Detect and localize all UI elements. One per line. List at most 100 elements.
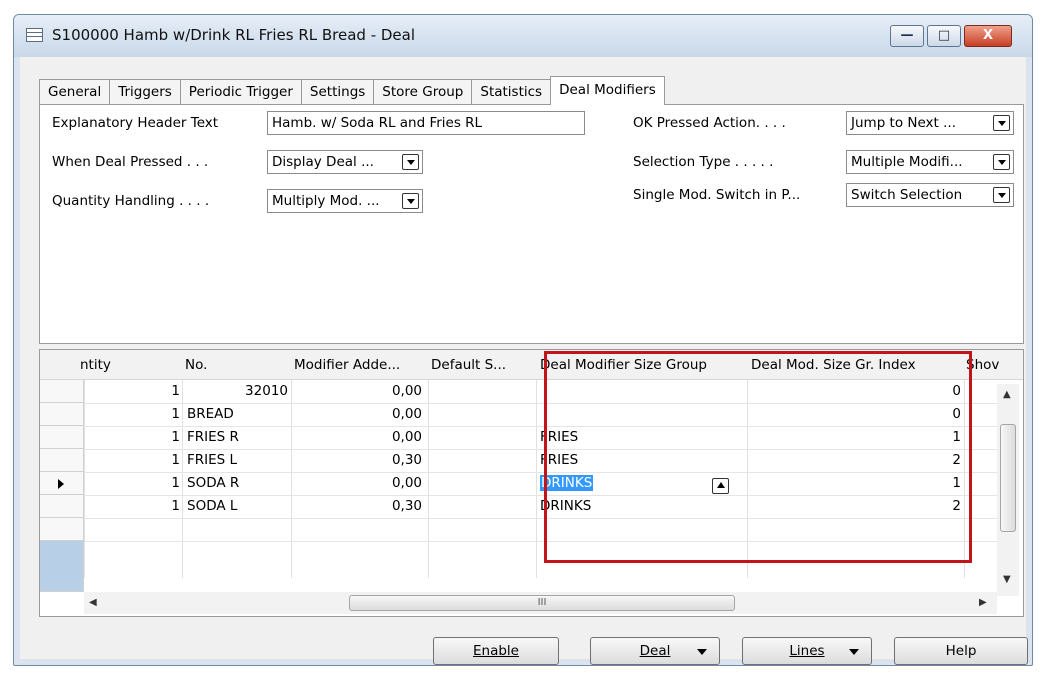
vertical-scroll-thumb[interactable] <box>1000 424 1016 532</box>
modifier-added-cell: 0,30 <box>391 452 422 468</box>
vertical-scrollbar[interactable]: ▲ ▼ <box>997 384 1019 596</box>
column-header-modifier-added[interactable]: Modifier Adde... <box>294 357 400 373</box>
minimize-button[interactable]: — <box>890 25 924 47</box>
single-mod-switch-dropdown[interactable]: Switch Selection <box>846 183 1014 207</box>
row-selector[interactable] <box>40 426 84 449</box>
tab-periodic-trigger[interactable]: Periodic Trigger <box>179 79 302 104</box>
table-row[interactable]: 1 FRIES R 0,00 FRIES 1 <box>40 426 1023 449</box>
size-index-cell: 0 <box>952 383 961 399</box>
scroll-right-icon[interactable]: ▶ <box>979 597 987 608</box>
scroll-grip-icon: III <box>537 597 547 608</box>
enable-button[interactable]: Enable <box>433 637 559 665</box>
scroll-left-icon[interactable]: ◀ <box>89 597 97 608</box>
window-title: S100000 Hamb w/Drink RL Fries RL Bread -… <box>52 26 416 44</box>
item-no-cell: FRIES L <box>187 452 238 468</box>
deal-modifiers-grid: ntity No. Modifier Adde... Default S... … <box>39 349 1024 617</box>
quantity-handling-value: Multiply Mod. ... <box>272 193 380 209</box>
chevron-down-icon[interactable] <box>993 115 1010 131</box>
chevron-down-icon[interactable] <box>402 154 419 170</box>
column-header-size-group-index[interactable]: Deal Mod. Size Gr. Index <box>751 357 916 373</box>
row-selector[interactable] <box>40 449 84 472</box>
column-header-show[interactable]: Shov <box>966 357 999 373</box>
size-index-cell: 1 <box>952 429 961 445</box>
quantity-cell: 1 <box>171 452 180 468</box>
quantity-cell: 1 <box>171 498 180 514</box>
chevron-down-icon[interactable] <box>993 187 1010 203</box>
maximize-icon: □ <box>937 28 951 43</box>
selection-type-value: Multiple Modifi... <box>851 154 963 170</box>
single-mod-switch-value: Switch Selection <box>851 187 963 203</box>
table-row[interactable]: 1 FRIES L 0,30 FRIES 2 <box>40 449 1023 472</box>
column-header-no[interactable]: No. <box>185 357 207 373</box>
quantity-cell: 1 <box>171 406 180 422</box>
modifier-added-cell: 0,00 <box>391 429 422 445</box>
explanatory-header-input[interactable]: Hamb. w/ Soda RL and Fries RL <box>267 111 585 135</box>
lines-button-label: Lines <box>789 643 825 659</box>
scroll-up-icon[interactable]: ▲ <box>1003 389 1011 400</box>
table-row-empty[interactable] <box>40 518 1023 541</box>
deal-menu-button[interactable]: Deal <box>590 637 720 665</box>
size-group-cell: FRIES <box>540 452 579 468</box>
chevron-down-icon[interactable] <box>993 154 1010 170</box>
row-selector[interactable] <box>40 495 84 518</box>
column-header-quantity[interactable]: ntity <box>80 357 111 373</box>
when-deal-pressed-dropdown[interactable]: Display Deal ... <box>267 150 423 174</box>
when-deal-pressed-label: When Deal Pressed . . . <box>52 154 209 170</box>
table-row[interactable]: 1 32010 0,00 0 <box>40 380 1023 403</box>
when-deal-pressed-value: Display Deal ... <box>272 154 374 170</box>
size-group-edit-cell[interactable]: DRINKS <box>540 472 594 495</box>
item-no-cell: 32010 <box>245 383 288 399</box>
size-group-cell: DRINKS <box>540 498 592 514</box>
close-button[interactable]: X <box>964 25 1012 47</box>
minimize-icon: — <box>900 28 914 43</box>
row-selector[interactable] <box>40 380 84 403</box>
single-mod-switch-label: Single Mod. Switch in P... <box>633 187 801 203</box>
horizontal-scrollbar[interactable]: ◀ III ▶ <box>84 592 997 614</box>
table-icon <box>26 28 43 42</box>
tab-store-group[interactable]: Store Group <box>373 79 473 104</box>
ok-pressed-label: OK Pressed Action. . . . <box>633 115 786 131</box>
tab-triggers[interactable]: Triggers <box>109 79 181 104</box>
tab-deal-modifiers[interactable]: Deal Modifiers <box>550 76 665 105</box>
table-row[interactable]: 1 SODA L 0,30 DRINKS 2 <box>40 495 1023 518</box>
quantity-handling-dropdown[interactable]: Multiply Mod. ... <box>267 189 423 213</box>
chevron-down-icon[interactable] <box>402 193 419 209</box>
tab-strip: General Triggers Periodic Trigger Settin… <box>39 76 665 105</box>
horizontal-scroll-thumb[interactable]: III <box>349 595 735 611</box>
column-header-size-group[interactable]: Deal Modifier Size Group <box>540 357 707 373</box>
size-index-cell: 1 <box>952 475 961 491</box>
title-bar: S100000 Hamb w/Drink RL Fries RL Bread -… <box>14 15 1032 57</box>
deal-button-label: Deal <box>639 643 671 659</box>
row-selector[interactable] <box>40 518 84 541</box>
modifier-added-cell: 0,00 <box>391 475 422 491</box>
selection-type-label: Selection Type . . . . . <box>633 154 774 170</box>
table-row-selected[interactable]: 1 SODA R 0,00 DRINKS 1 <box>40 472 1023 495</box>
modifier-added-cell: 0,00 <box>391 406 422 422</box>
quantity-handling-label: Quantity Handling . . . . <box>52 193 210 209</box>
close-icon: X <box>982 28 994 43</box>
tab-general[interactable]: General <box>39 79 111 104</box>
lookup-up-icon[interactable] <box>712 478 729 494</box>
row-selector[interactable] <box>40 541 84 592</box>
chevron-down-icon <box>697 649 707 655</box>
selected-size-group-text: DRINKS <box>540 475 594 491</box>
column-header-default-selection[interactable]: Default S... <box>431 357 506 373</box>
size-group-cell: FRIES <box>540 429 579 445</box>
ok-pressed-dropdown[interactable]: Jump to Next ... <box>846 111 1014 135</box>
table-row-empty[interactable] <box>40 541 1023 592</box>
row-selector[interactable] <box>40 403 84 426</box>
deal-modifiers-panel: Explanatory Header Text Hamb. w/ Soda RL… <box>39 104 1024 344</box>
table-row[interactable]: 1 BREAD 0,00 0 <box>40 403 1023 426</box>
help-button-label: Help <box>945 643 977 659</box>
help-button[interactable]: Help <box>894 637 1028 665</box>
tab-settings[interactable]: Settings <box>300 79 375 104</box>
selection-type-dropdown[interactable]: Multiple Modifi... <box>846 150 1014 174</box>
tab-statistics[interactable]: Statistics <box>471 79 552 104</box>
lines-menu-button[interactable]: Lines <box>742 637 872 665</box>
scroll-down-icon[interactable]: ▼ <box>1003 574 1011 585</box>
window-content: General Triggers Periodic Trigger Settin… <box>20 57 1028 665</box>
maximize-button[interactable]: □ <box>927 25 961 47</box>
modifier-added-cell: 0,30 <box>391 498 422 514</box>
item-no-cell: BREAD <box>187 406 234 422</box>
row-selector[interactable] <box>40 472 84 495</box>
